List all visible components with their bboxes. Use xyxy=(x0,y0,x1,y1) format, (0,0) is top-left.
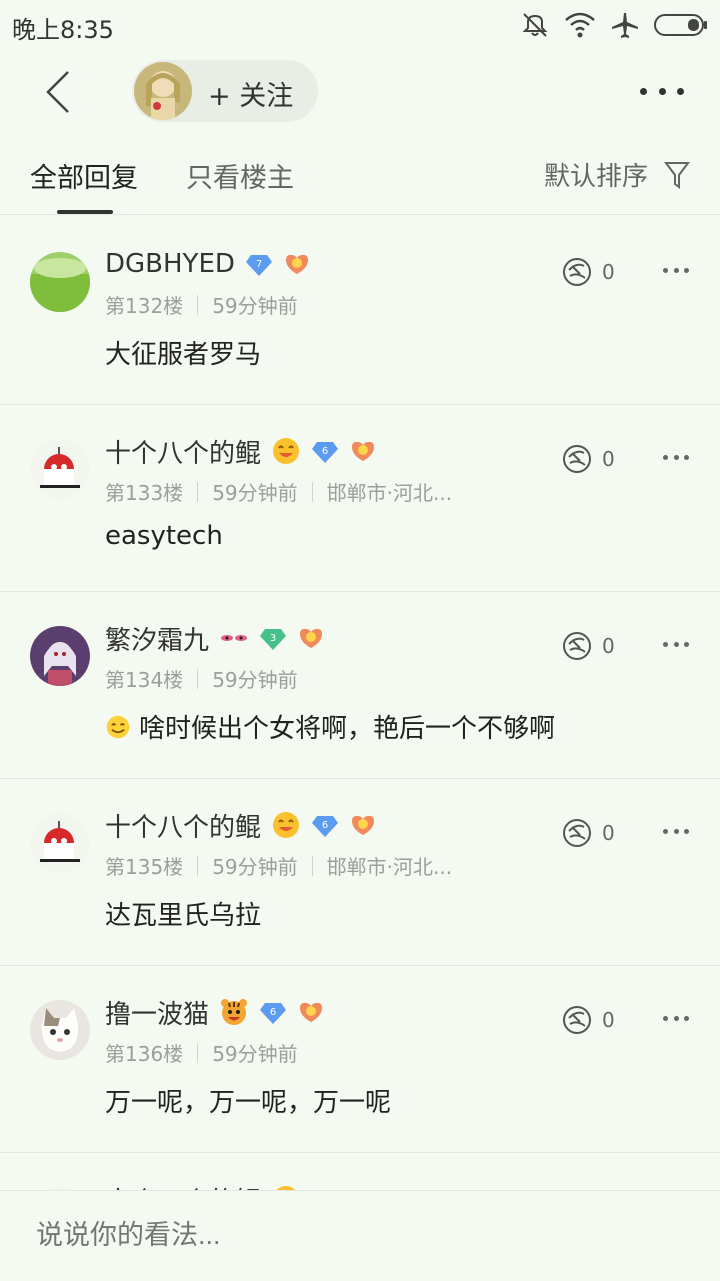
username[interactable]: 繁汐霜九 xyxy=(105,620,209,657)
airplane-icon xyxy=(612,13,638,38)
floor-number: 第132楼 xyxy=(105,294,184,318)
status-bar: 晚上8:35 xyxy=(0,0,720,50)
reply-item: 撸一波猫 6 第136楼 59分钟前 万一呢，万一呢，万一呢 0 xyxy=(0,966,720,1153)
reply-list[interactable]: DGBHYED 7 第132楼 59分钟前 大征服者罗马 0 十个八个的鲲 6 … xyxy=(0,218,720,1190)
fan-badge-icon xyxy=(352,815,375,835)
sort-button[interactable]: 默认排序 xyxy=(544,156,690,193)
post-time: 59分钟前 xyxy=(212,481,298,505)
svg-text:6: 6 xyxy=(270,1007,276,1018)
svg-text:3: 3 xyxy=(270,633,276,644)
reply-content: 达瓦里氏乌拉 xyxy=(105,901,262,931)
like-hand-icon xyxy=(563,258,591,286)
like-count: 0 xyxy=(602,260,615,284)
reply-item: 十个八个的鲲 6 第135楼 59分钟前 邯郸市·河北... 达瓦里氏乌拉 0 xyxy=(0,779,720,966)
username[interactable]: 撸一波猫 xyxy=(105,994,209,1031)
reply-item: 繁汐霜九 3 第134楼 59分钟前 啥时候出个女将啊，艳后一个不够啊 0 xyxy=(0,592,720,779)
top-bar: + 关注 xyxy=(0,50,720,134)
floor-number: 第134楼 xyxy=(105,668,184,692)
like-button[interactable]: 0 xyxy=(560,817,615,849)
like-hand-icon xyxy=(563,819,591,847)
grin-emoji-icon xyxy=(106,715,130,738)
reply-item: 十个八个的鲲 6 第133楼 59分钟前 邯郸市·河北... easytech … xyxy=(0,405,720,592)
post-location: 邯郸市·河北... xyxy=(326,855,453,879)
diamond-level-icon: 3 xyxy=(260,629,287,650)
like-button[interactable]: 0 xyxy=(560,443,615,475)
svg-text:6: 6 xyxy=(322,446,328,457)
floor-number: 第136楼 xyxy=(105,1042,184,1066)
reply-content: 啥时候出个女将啊，艳后一个不够啊 xyxy=(105,708,555,745)
diamond-level-icon: 7 xyxy=(245,255,272,276)
like-count: 0 xyxy=(602,447,615,471)
diamond-level-icon: 6 xyxy=(312,816,339,837)
status-time: 晚上8:35 xyxy=(12,16,114,44)
svg-text:6: 6 xyxy=(322,820,328,831)
follow-pill[interactable]: + 关注 xyxy=(132,60,318,122)
reply-more-button[interactable] xyxy=(663,1016,689,1022)
diamond-level-icon: 6 xyxy=(312,442,339,463)
reply-item: DGBHYED 7 第132楼 59分钟前 大征服者罗马 0 xyxy=(0,218,720,405)
like-count: 0 xyxy=(602,1008,615,1032)
follow-button-label[interactable]: + 关注 xyxy=(208,74,293,113)
post-time: 59分钟前 xyxy=(212,1042,298,1066)
sort-label: 默认排序 xyxy=(543,162,648,192)
fan-badge-icon xyxy=(352,441,375,461)
like-count: 0 xyxy=(602,821,615,845)
avatar[interactable] xyxy=(30,626,90,686)
username[interactable]: 十个八个的鲲 xyxy=(105,433,261,470)
username[interactable]: 十个八个的鲲 xyxy=(105,807,261,844)
eyes-emoji-icon xyxy=(221,635,248,641)
tab-owner-only[interactable]: 只看楼主 xyxy=(186,156,294,195)
post-location: 邯郸市·河北... xyxy=(326,481,453,505)
reply-more-button[interactable] xyxy=(663,455,689,461)
username[interactable]: 十个八个的鲲 xyxy=(105,1181,261,1191)
reply-content: easytech xyxy=(105,521,223,551)
reply-item: 十个八个的鲲 xyxy=(0,1153,720,1190)
reply-content: 万一呢，万一呢，万一呢 xyxy=(105,1088,392,1118)
battery-icon xyxy=(654,14,707,36)
forum-avatar xyxy=(134,62,192,120)
like-hand-icon xyxy=(563,632,591,660)
like-button[interactable]: 0 xyxy=(560,1004,615,1036)
filter-icon xyxy=(664,161,690,189)
tab-all-replies[interactable]: 全部回复 xyxy=(30,156,138,195)
smile-emoji-icon xyxy=(273,438,300,464)
post-time: 59分钟前 xyxy=(212,294,298,318)
fan-badge-icon xyxy=(300,1002,323,1022)
fan-badge-icon xyxy=(300,628,323,648)
like-button[interactable]: 0 xyxy=(560,630,615,662)
comment-bar xyxy=(0,1190,720,1281)
username[interactable]: DGBHYED xyxy=(105,249,235,279)
fan-badge-icon xyxy=(285,254,308,274)
status-icons xyxy=(520,10,708,40)
like-count: 0 xyxy=(602,634,615,658)
comment-input[interactable] xyxy=(34,1219,392,1252)
mute-icon xyxy=(522,13,548,37)
back-button[interactable] xyxy=(30,62,86,122)
svg-text:7: 7 xyxy=(256,259,262,270)
post-time: 59分钟前 xyxy=(212,855,298,879)
tiger-emoji-icon xyxy=(221,999,248,1025)
reply-more-button[interactable] xyxy=(663,268,689,274)
reply-content: 大征服者罗马 xyxy=(105,340,262,370)
avatar[interactable] xyxy=(30,1000,90,1060)
like-hand-icon xyxy=(563,445,591,473)
post-time: 59分钟前 xyxy=(212,668,298,692)
back-arrow-icon xyxy=(46,71,69,113)
like-hand-icon xyxy=(563,1006,591,1034)
floor-number: 第135楼 xyxy=(105,855,184,879)
reply-more-button[interactable] xyxy=(663,829,689,835)
avatar[interactable] xyxy=(30,252,90,312)
more-options-button[interactable] xyxy=(640,76,684,106)
reply-tabs: 全部回复 只看楼主 默认排序 xyxy=(0,134,720,215)
avatar[interactable] xyxy=(30,813,90,873)
avatar[interactable] xyxy=(30,439,90,499)
smile-emoji-icon xyxy=(273,812,300,838)
diamond-level-icon: 6 xyxy=(260,1003,287,1024)
floor-number: 第133楼 xyxy=(105,481,184,505)
like-button[interactable]: 0 xyxy=(560,256,615,288)
wifi-icon xyxy=(565,12,595,38)
reply-more-button[interactable] xyxy=(663,642,689,648)
active-tab-indicator xyxy=(57,210,113,214)
